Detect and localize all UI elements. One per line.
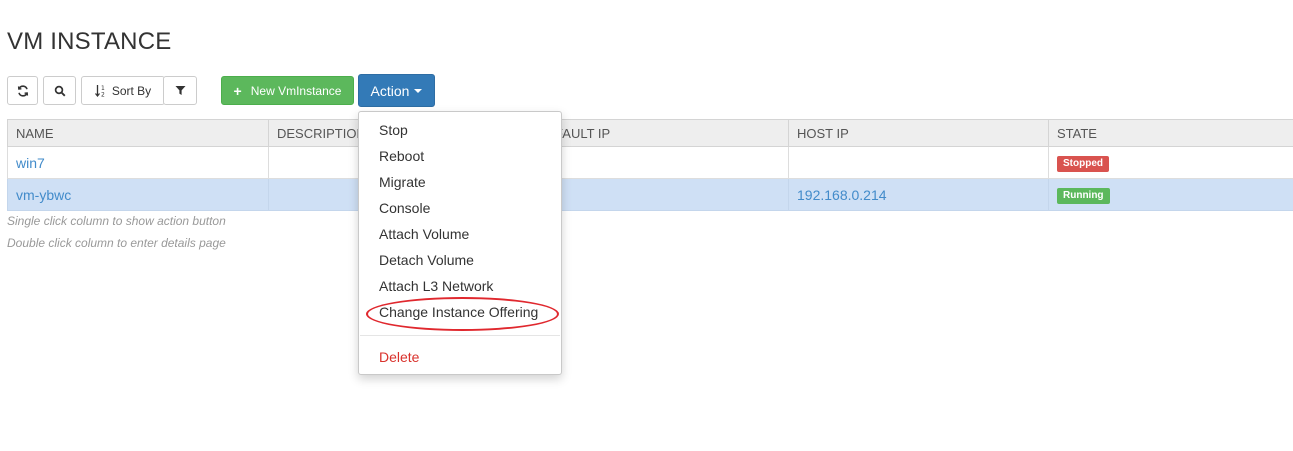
default-ip-cell[interactable] [528,178,789,211]
table-header-row: NAME DESCRIPTION DEFAULT IP HOST IP STAT… [7,119,1293,147]
column-header[interactable]: STATE [1048,119,1293,147]
page-title: VM INSTANCE [7,28,172,55]
filter-button[interactable] [163,76,197,105]
search-button[interactable] [43,76,76,105]
menu-item-delete[interactable]: Delete [379,349,419,365]
action-label: Action [370,82,410,99]
state-cell[interactable]: Stopped [1048,146,1293,179]
vm-name-cell[interactable]: vm-ybwc [7,178,269,211]
double-click-hint: Double click column to enter details pag… [7,236,226,250]
new-vminstance-label: New VmInstance [250,83,342,98]
table-row[interactable]: vm-ybwc 192.168.0.214 Running [7,178,1293,211]
plus-icon: + [233,82,242,99]
sort-by-button[interactable]: 1 2 Sort By [81,76,165,105]
vm-instance-table: NAME DESCRIPTION DEFAULT IP HOST IP STAT… [7,119,1293,211]
status-badge: Stopped [1057,156,1109,172]
action-dropdown-menu: Stop Reboot Migrate Console Attach Volum… [358,111,562,375]
state-cell[interactable]: Running [1048,178,1293,211]
filter-icon [175,85,186,96]
single-click-hint: Single click column to show action butto… [7,214,226,228]
host-ip-cell[interactable]: 192.168.0.214 [788,178,1049,211]
host-ip-cell[interactable] [788,146,1049,179]
search-icon [54,85,66,97]
refresh-icon [17,84,29,97]
menu-item-attach-volume[interactable]: Attach Volume [379,226,469,242]
sort-numeric-icon: 1 2 [94,84,107,98]
menu-divider [360,335,560,336]
column-header[interactable]: DEFAULT IP [528,119,789,147]
menu-item-reboot[interactable]: Reboot [379,148,424,164]
menu-item-console[interactable]: Console [379,200,430,216]
column-header[interactable]: HOST IP [788,119,1049,147]
menu-item-change-instance-offering[interactable]: Change Instance Offering [379,304,538,320]
menu-item-migrate[interactable]: Migrate [379,174,426,190]
vm-name-cell[interactable]: win7 [7,146,269,179]
caret-down-icon [414,88,423,93]
status-badge: Running [1057,188,1110,204]
svg-text:2: 2 [101,92,105,98]
sort-by-label: Sort By [111,83,152,98]
menu-item-detach-volume[interactable]: Detach Volume [379,252,474,268]
new-vminstance-button[interactable]: + New VmInstance [221,76,354,105]
menu-item-stop[interactable]: Stop [379,122,408,138]
menu-item-attach-l3-network[interactable]: Attach L3 Network [379,278,493,294]
table-row[interactable]: win7 Stopped [7,146,1293,179]
refresh-button[interactable] [7,76,38,105]
action-button[interactable]: Action [358,74,435,107]
default-ip-cell[interactable] [528,146,789,179]
column-header[interactable]: NAME [7,119,269,147]
